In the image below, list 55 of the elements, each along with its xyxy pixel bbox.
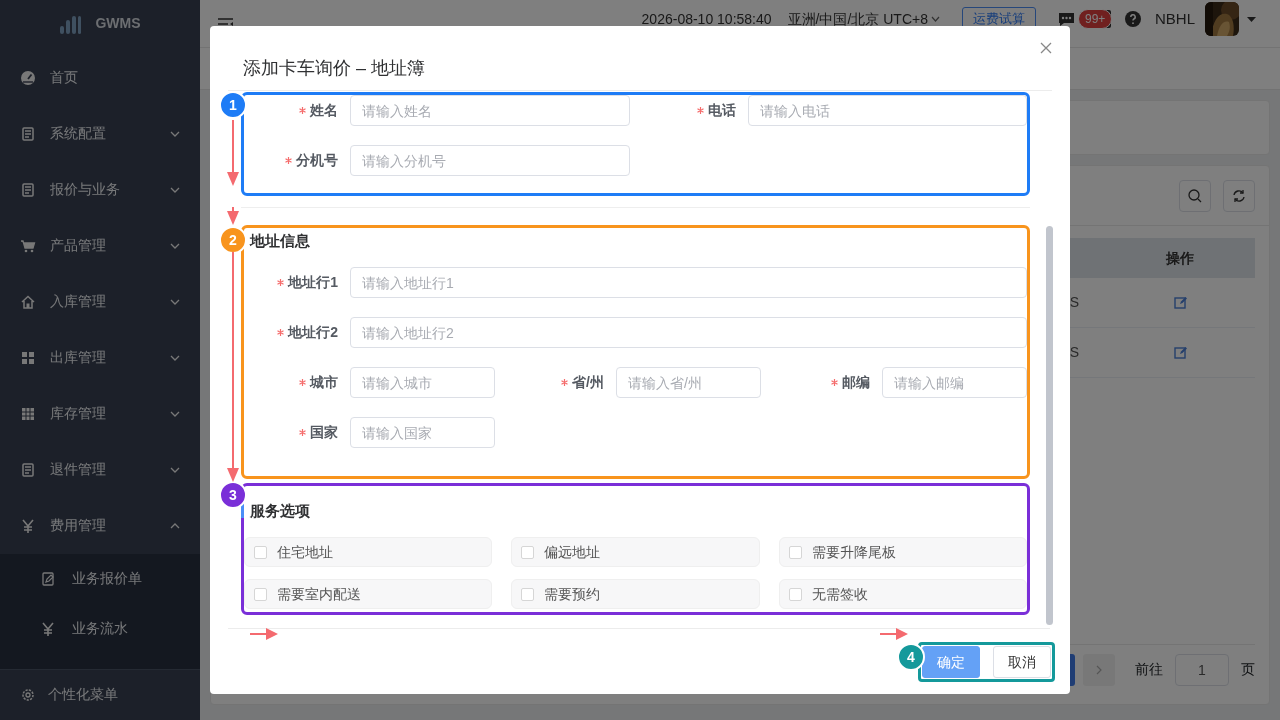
text-field[interactable]: 请输入省/州 (616, 367, 761, 398)
field-label: 姓名 (310, 101, 338, 120)
text-field[interactable]: 请输入姓名 (350, 95, 630, 126)
confirm-button[interactable]: 确定 (922, 646, 980, 678)
text-field[interactable]: 请输入国家 (350, 417, 495, 448)
checkbox-option[interactable]: 需要升降尾板 (778, 537, 1027, 567)
goto-label: 前往 (1135, 660, 1163, 679)
page-suffix: 页 (1241, 660, 1255, 679)
timezone-selector[interactable]: 亚洲/中国/北京 UTC+8 (787, 8, 940, 30)
date-time: 2026-08-10 10:58:40 (641, 9, 772, 29)
cancel-button[interactable]: 取消 (993, 646, 1051, 678)
table-cell: S (1069, 294, 1079, 310)
dialog-title: 添加卡车询价 – 地址簿 (243, 57, 425, 80)
checkbox-option[interactable]: 需要预约 (511, 579, 760, 609)
checkbox-option[interactable]: 需要室内配送 (244, 579, 493, 609)
sidebar-item[interactable]: 系统配置 (0, 105, 200, 162)
field-label: 电话 (707, 101, 736, 120)
section-heading: 地址信息 (248, 230, 310, 251)
checkbox-option[interactable]: 住宅地址 (244, 537, 493, 567)
sidebar-item[interactable]: 入库管理 (0, 273, 200, 330)
user-name[interactable]: NBHL (1155, 7, 1195, 31)
sidebar-item[interactable]: 报价与业务 (0, 161, 200, 218)
field-label: 省/州 (572, 373, 604, 392)
field-label: 城市 (310, 373, 338, 392)
field-label: 分机号 (296, 151, 338, 170)
step-badge: 3 (219, 481, 247, 509)
sidebar-item[interactable]: 首页 (0, 49, 200, 106)
field-label: 地址行1 (288, 273, 338, 292)
text-field[interactable]: 请输入电话 (747, 95, 1027, 126)
submenu-item[interactable]: 业务报价单 (0, 553, 200, 604)
sidebar-item[interactable]: 退件管理 (0, 441, 200, 498)
checkbox-option[interactable]: 偏远地址 (511, 537, 760, 567)
column-header: 操作 (1166, 248, 1194, 268)
sidebar-item[interactable]: 库存管理 (0, 385, 200, 442)
submenu-item[interactable]: 业务流水 (0, 603, 200, 654)
step-badge: 1 (219, 91, 247, 119)
text-field[interactable]: 请输入地址行2 (350, 317, 1027, 348)
sidebar-item[interactable]: 费用管理 (0, 497, 200, 554)
sidebar-item[interactable]: 产品管理 (0, 217, 200, 274)
field-label: 邮编 (842, 373, 870, 392)
section-heading: 服务选项 (249, 500, 310, 521)
text-field[interactable]: 请输入城市 (350, 367, 495, 398)
page-input[interactable]: 1 (1175, 653, 1229, 686)
text-field[interactable]: 请输入分机号 (350, 145, 630, 176)
text-field[interactable]: 请输入邮编 (882, 367, 1027, 398)
field-label: 地址行2 (288, 323, 338, 342)
app-logo-text: GWMS (95, 14, 141, 34)
text-field[interactable]: 请输入地址行1 (350, 267, 1027, 298)
step-badge: 2 (219, 226, 247, 254)
step-badge: 4 (897, 643, 925, 671)
sidebar-item[interactable]: 出库管理 (0, 329, 200, 386)
checkbox-option[interactable]: 无需签收 (778, 579, 1027, 609)
table-cell: S (1069, 344, 1079, 360)
notification-badge: 99+ (1078, 9, 1113, 29)
field-label: 国家 (310, 423, 338, 442)
